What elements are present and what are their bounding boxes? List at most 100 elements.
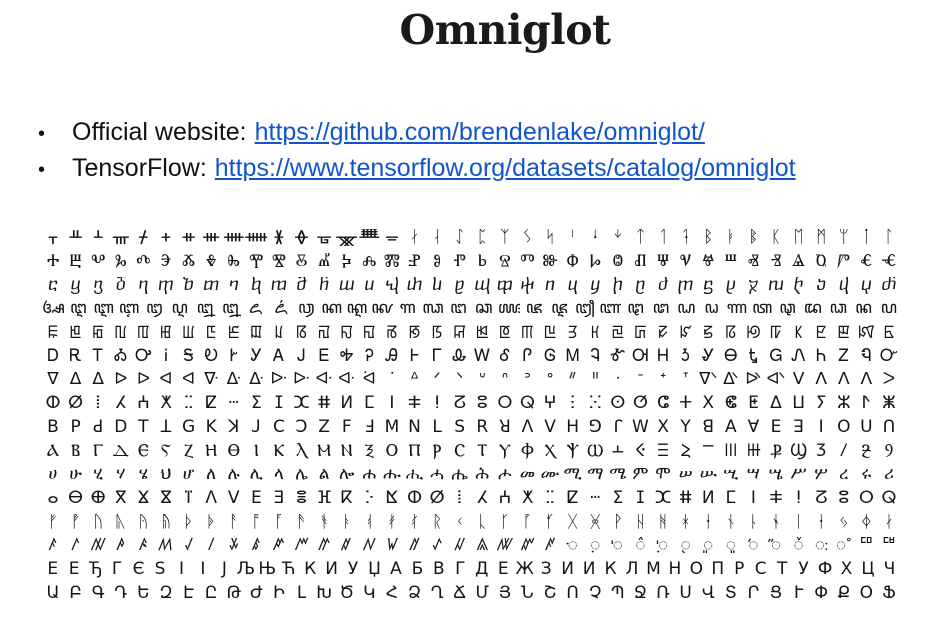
character-glyph: ꤰ (48, 537, 58, 555)
character-glyph: ⴆ (183, 276, 194, 294)
character-glyph: ᐍ (204, 371, 219, 389)
character-glyph: ⴸ (227, 489, 240, 507)
character-glyph: ᛃ (838, 513, 849, 531)
character-glyph: Ꮈ (590, 347, 601, 365)
character-glyph: Ⱋ (656, 253, 670, 271)
character-glyph: Ў (347, 560, 359, 578)
character-glyph: Ꮏ (748, 347, 759, 365)
character-glyph: Յ (498, 584, 512, 602)
character-glyph: ꡃ (114, 324, 128, 342)
character-glyph: ⵁ (429, 489, 445, 507)
character-glyph: ꡘ (590, 324, 600, 342)
character-glyph: ⴳ (114, 489, 127, 507)
character-glyph: ⵌ (317, 395, 331, 413)
character-glyph: ꡁ (69, 324, 82, 342)
character-glyph: Ꮕ (880, 347, 898, 365)
character-glyph: Ⲩ (498, 442, 511, 460)
character-glyph: ꡕ (520, 324, 534, 342)
character-glyph: ᚔ (245, 229, 268, 247)
character-glyph: ⵁ (68, 395, 84, 413)
character-glyph: ꓜ (318, 418, 330, 436)
character-glyph: Ⲧ (477, 442, 488, 460)
character-glyph: ᐨ (637, 371, 644, 389)
character-glyph: Ⲷ (657, 442, 669, 460)
character-glyph: ᚷ (567, 513, 578, 531)
character-glyph: ꡑ (431, 324, 443, 342)
character-glyph: ᐢ (501, 371, 509, 389)
character-glyph: ꤾ (363, 537, 376, 555)
character-glyph: Հ (385, 584, 398, 602)
bullet-dot-icon: • (38, 159, 46, 181)
character-glyph: Ⱑ (792, 253, 806, 271)
character-glyph: ⵜ (679, 395, 693, 413)
character-glyph: Պ (611, 584, 625, 602)
character-glyph: ⴂ (93, 276, 103, 294)
character-glyph: ᐆ (136, 371, 150, 389)
character-glyph: ሎ (339, 466, 355, 484)
character-glyph: Ⱒ (815, 253, 827, 271)
character-glyph: Й (582, 560, 596, 578)
character-glyph: ⵑ (796, 489, 802, 507)
character-glyph: ᚪ (273, 513, 285, 531)
character-glyph: Է (183, 584, 194, 602)
character-glyph: Ꮊ (632, 347, 649, 365)
character-glyph: ꓣ (476, 418, 489, 436)
character-glyph: ⵌ (679, 489, 693, 507)
character-glyph: Ꭽ (340, 347, 354, 365)
character-glyph: ꤺ (273, 537, 285, 555)
character-glyph: Ⲻ (702, 442, 714, 460)
character-glyph: ⵏ (389, 395, 395, 413)
character-glyph: Ꮓ (838, 347, 850, 365)
character-glyph: ᚻ (657, 513, 669, 531)
character-glyph: ᐥ (568, 371, 577, 389)
character-glyph: Х (840, 560, 853, 578)
official-website-link[interactable]: https://github.com/brendenlake/omniglot/ (255, 118, 705, 147)
character-glyph: Խ (316, 584, 332, 602)
character-glyph: ⵔ (497, 395, 513, 413)
character-glyph: ꡋ (295, 324, 308, 342)
character-glyph: Ⰾ (362, 253, 377, 271)
character-glyph: ሣ (746, 466, 760, 484)
character-glyph: ᚗ (317, 229, 331, 247)
character-glyph: ᐊ (159, 371, 173, 389)
character-glyph: ꓫ (657, 418, 669, 436)
character-glyph: ꦅ (70, 300, 87, 318)
character-glyph: ማ (587, 466, 604, 484)
character-glyph: ሂ (93, 466, 104, 484)
character-glyph: ᐘ (315, 371, 333, 389)
bullet-official-website: • Official website: https://github.com/b… (38, 118, 796, 154)
character-glyph: ꡛ (657, 324, 669, 342)
character-glyph: ᛂ (816, 513, 827, 531)
character-glyph: Ա (46, 584, 60, 602)
character-glyph: ᐏ (226, 371, 241, 389)
character-glyph: ꥡ (881, 537, 897, 555)
character-glyph: ᐡ (478, 371, 486, 389)
character-glyph: Л (625, 560, 639, 578)
character-glyph: ꡣ (837, 324, 851, 342)
character-glyph: ꥑ (793, 537, 804, 555)
character-glyph: ꦍ (274, 300, 288, 318)
character-glyph: ᚨ (228, 513, 239, 531)
character-glyph: ⴝ (703, 276, 714, 294)
character-glyph: ሖ (498, 466, 512, 484)
character-glyph: ᚸ (590, 513, 601, 531)
character-glyph: Ⱔ (860, 253, 873, 271)
tensorflow-link[interactable]: https://www.tensorflow.org/datasets/cata… (215, 154, 796, 183)
character-glyph: ꤿ (386, 537, 398, 555)
character-glyph: З (540, 560, 552, 578)
character-glyph: Ꮃ (474, 347, 491, 365)
character-glyph: ⴠ (768, 276, 784, 294)
character-glyph: ꥄ (497, 537, 513, 555)
character-glyph: ⴇ (203, 276, 220, 294)
character-glyph: ꡖ (543, 324, 557, 342)
character-row: ꤰ ꤱ ꤲ ꤳ ꤴ ꤵ ꤶ ꤷ ꤸ ꤹ ꤺ ꤻ ꤼ ꤽ ꤾ ꤿ ꥀ ꥁ ꥂ ꥃ ꥄ ꥅ ꥆꥇꥈꥉꥊꥋꥌꥍꥎꥏꥐꥑꥒ꥓ ꥠ ꥡ (42, 534, 900, 558)
character-glyph: ꦄ (42, 300, 64, 318)
character-glyph: ꓭ (702, 418, 715, 436)
character-glyph: Ⳅ (816, 442, 827, 460)
character-glyph: Ꭶ (183, 347, 194, 365)
character-glyph: Ⲭ (544, 442, 556, 460)
character-glyph: ⴊ (270, 276, 288, 294)
bullet-label: TensorFlow: (72, 154, 207, 182)
character-glyph: ꦆ (93, 300, 114, 318)
character-glyph: ⴀ (47, 276, 59, 294)
